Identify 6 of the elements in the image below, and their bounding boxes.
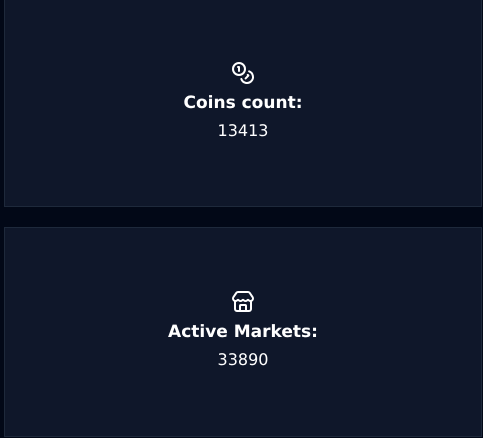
stat-value: 33890 xyxy=(218,349,268,371)
stat-label: Active Markets: xyxy=(168,321,318,344)
stat-value: 13413 xyxy=(218,120,268,142)
coins-icon xyxy=(231,61,255,85)
store-icon xyxy=(231,290,255,314)
stat-label: Coins count: xyxy=(183,92,302,115)
